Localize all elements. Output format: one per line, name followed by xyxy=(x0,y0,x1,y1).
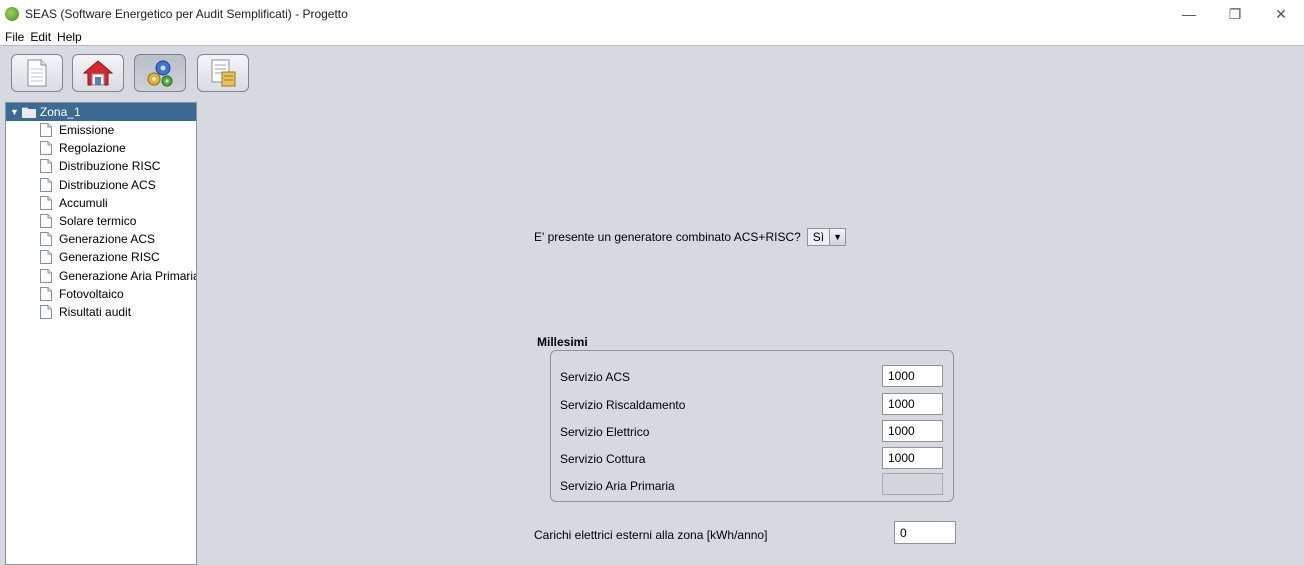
tree-item-label: Generazione ACS xyxy=(59,232,156,247)
expand-arrow-icon[interactable]: ▼ xyxy=(10,107,19,117)
menu-bar: File Edit Help xyxy=(0,28,1304,46)
servizio-aria-primaria-input xyxy=(882,473,943,495)
app-logo-icon xyxy=(5,7,19,21)
title-bar: SEAS (Software Energetico per Audit Semp… xyxy=(0,0,1304,28)
document-icon xyxy=(40,123,52,138)
chevron-down-icon[interactable]: ▼ xyxy=(829,229,846,245)
tree-item-label: Regolazione xyxy=(59,141,126,156)
folder-icon xyxy=(22,107,36,118)
menu-help[interactable]: Help xyxy=(57,30,82,44)
document-icon xyxy=(40,141,52,156)
combined-generator-row: E' presente un generatore combinato ACS+… xyxy=(534,226,847,248)
tree-item[interactable]: Emissione xyxy=(6,121,196,139)
impianti-button[interactable] xyxy=(134,54,186,92)
document-icon xyxy=(40,159,52,174)
gears-icon xyxy=(147,60,173,87)
document-icon xyxy=(40,195,52,210)
document-icon xyxy=(27,59,47,87)
tree-item-label: Accumuli xyxy=(59,195,108,210)
tree-item-label: Emissione xyxy=(59,123,115,138)
document-icon xyxy=(40,268,52,283)
tree-root-label: Zona_1 xyxy=(39,105,81,119)
servizio-cottura-input[interactable] xyxy=(882,447,943,469)
tree-item[interactable]: Generazione RISC xyxy=(6,248,196,266)
combined-generator-value: Sì xyxy=(812,230,825,244)
menu-edit[interactable]: Edit xyxy=(30,30,51,44)
combined-generator-label: E' presente un generatore combinato ACS+… xyxy=(534,230,801,244)
document-icon xyxy=(40,214,52,229)
tree-item[interactable]: Risultati audit xyxy=(6,303,196,321)
servizio-aria-primaria-label: Servizio Aria Primaria xyxy=(560,479,675,493)
tree-item[interactable]: Distribuzione RISC xyxy=(6,157,196,175)
servizio-acs-input[interactable] xyxy=(882,365,943,387)
tree-item[interactable]: Solare termico xyxy=(6,212,196,230)
combined-generator-select[interactable]: Sì ▼ xyxy=(806,228,847,246)
tree-item[interactable]: Regolazione xyxy=(6,139,196,157)
document-icon xyxy=(40,177,52,192)
report-icon xyxy=(211,59,236,87)
servizio-elettrico-label: Servizio Elettrico xyxy=(560,425,650,439)
tree-item[interactable]: Fotovoltaico xyxy=(6,285,196,303)
servizio-cottura-label: Servizio Cottura xyxy=(560,452,646,466)
servizio-elettrico-input[interactable] xyxy=(882,420,943,442)
tree-item-label: Distribuzione ACS xyxy=(59,177,156,192)
tree-item-label: Fotovoltaico xyxy=(59,286,124,301)
tree-item[interactable]: Accumuli xyxy=(6,194,196,212)
tree-item-label: Distribuzione RISC xyxy=(59,159,161,174)
carichi-elettrici-input[interactable] xyxy=(894,521,956,544)
home-icon xyxy=(82,60,114,86)
maximize-button[interactable]: ❐ xyxy=(1212,0,1258,28)
servizio-riscaldamento-input[interactable] xyxy=(882,393,943,415)
tree-items: Emissione Regolazione Distribuzione RISC Di… xyxy=(6,121,196,321)
report-button[interactable] xyxy=(197,54,249,92)
document-icon xyxy=(40,250,52,265)
zone-tree[interactable]: ▼ Zona_1 Emissione Regolazione Distribuzio… xyxy=(5,102,197,565)
tree-item-label: Generazione RISC xyxy=(59,250,160,265)
window-title: SEAS (Software Energetico per Audit Semp… xyxy=(25,7,348,21)
servizio-acs-label: Servizio ACS xyxy=(560,370,631,384)
carichi-elettrici-label: Carichi elettrici esterni alla zona [kWh… xyxy=(534,528,768,542)
document-icon xyxy=(40,286,52,301)
home-button[interactable] xyxy=(72,54,124,92)
tree-root-zona[interactable]: ▼ Zona_1 xyxy=(6,103,196,121)
servizio-riscaldamento-label: Servizio Riscaldamento xyxy=(560,398,686,412)
millesimi-title: Millesimi xyxy=(537,335,588,349)
document-icon xyxy=(40,232,52,247)
document-button[interactable] xyxy=(11,54,63,92)
tree-item-label: Generazione Aria Primaria xyxy=(59,268,197,283)
close-button[interactable]: ✕ xyxy=(1258,0,1304,28)
tree-item[interactable]: Distribuzione ACS xyxy=(6,176,196,194)
window-controls: — ❐ ✕ xyxy=(1166,0,1304,28)
menu-file[interactable]: File xyxy=(5,30,24,44)
tree-item-label: Solare termico xyxy=(59,214,137,229)
tree-item[interactable]: Generazione ACS xyxy=(6,230,196,248)
document-icon xyxy=(40,304,52,319)
minimize-button[interactable]: — xyxy=(1166,0,1212,28)
tree-item[interactable]: Generazione Aria Primaria xyxy=(6,267,196,285)
toolbar xyxy=(0,46,1304,96)
tree-item-label: Risultati audit xyxy=(59,304,132,319)
